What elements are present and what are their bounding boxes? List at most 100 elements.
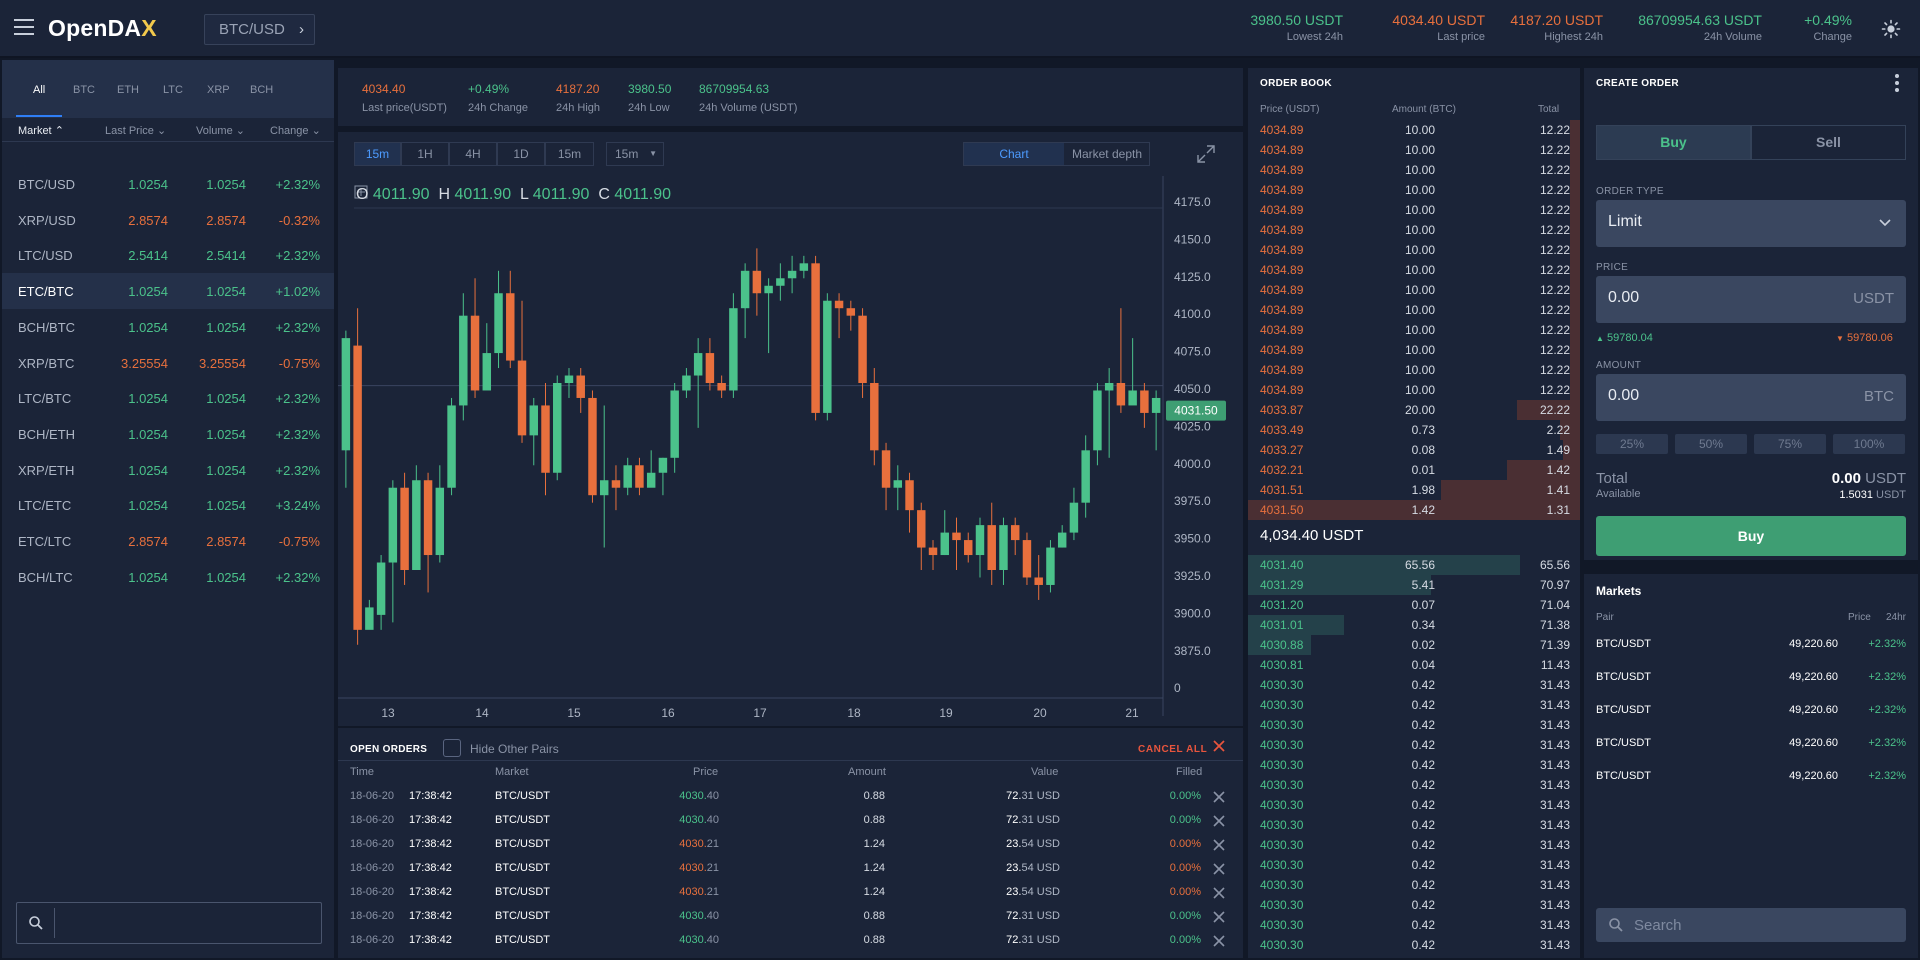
bid-row[interactable]: 4030.88 0.02 71.39: [1248, 635, 1580, 655]
buy-tab[interactable]: Buy: [1596, 125, 1751, 160]
bid-row[interactable]: 4030.30 0.42 31.43: [1248, 775, 1580, 795]
logo[interactable]: OpenDAX: [48, 15, 157, 42]
ask-row[interactable]: 4034.89 10.00 12.22: [1248, 340, 1580, 360]
filter-tab-xrp[interactable]: XRP: [207, 84, 230, 96]
market-row[interactable]: LTC/BTC 1.0254 1.0254 +2.32%: [2, 380, 334, 416]
timeframe-button-2[interactable]: 4H: [449, 142, 497, 166]
markets-row[interactable]: BTC/USDT 49,220.60 +2.32%: [1584, 665, 1918, 698]
sort-change-header[interactable]: Change ⌄: [270, 124, 321, 137]
bid-row[interactable]: 4031.40 65.56 65.56: [1248, 555, 1580, 575]
cancel-order-icon[interactable]: [1213, 911, 1225, 923]
order-type-select[interactable]: Limit: [1596, 200, 1906, 247]
ask-row[interactable]: 4033.49 0.73 2.22: [1248, 420, 1580, 440]
ask-row[interactable]: 4034.89 10.00 12.22: [1248, 300, 1580, 320]
bid-row[interactable]: 4030.30 0.42 31.43: [1248, 695, 1580, 715]
theme-toggle-icon[interactable]: [1881, 19, 1901, 39]
bid-row[interactable]: 4030.30 0.42 31.43: [1248, 875, 1580, 895]
close-icon[interactable]: [1212, 739, 1226, 753]
markets-search-input[interactable]: Search: [1596, 908, 1906, 942]
market-depth-button[interactable]: Market depth: [1064, 143, 1150, 165]
market-row[interactable]: BCH/ETH 1.0254 1.0254 +2.32%: [2, 416, 334, 452]
percent-button-75[interactable]: 75%: [1754, 434, 1826, 454]
price-chart[interactable]: 4175.0 4150.0 4125.0 4100.0 4075.0 4050.0 4025…: [338, 176, 1243, 726]
bid-row[interactable]: 4030.30 0.42 31.43: [1248, 895, 1580, 915]
cancel-order-icon[interactable]: [1213, 935, 1225, 947]
chart-mode-button[interactable]: Chart: [964, 143, 1064, 165]
ask-row[interactable]: 4032.21 0.01 1.42: [1248, 460, 1580, 480]
timeframe-button-0[interactable]: 15m: [354, 142, 401, 166]
timeframe-button-4[interactable]: 15m: [545, 142, 594, 166]
ask-row[interactable]: 4034.89 10.00 12.22: [1248, 140, 1580, 160]
sell-tab[interactable]: Sell: [1751, 125, 1906, 160]
more-options-icon[interactable]: [1895, 74, 1899, 94]
market-row[interactable]: LTC/USD 2.5414 2.5414 +2.32%: [2, 237, 334, 273]
ask-row[interactable]: 4034.89 10.00 12.22: [1248, 220, 1580, 240]
filter-tab-all[interactable]: All: [33, 84, 45, 96]
sort-market-header[interactable]: Market ⌃: [18, 124, 64, 137]
bid-row[interactable]: 4030.30 0.42 31.43: [1248, 755, 1580, 775]
bid-row[interactable]: 4031.29 5.41 70.97: [1248, 575, 1580, 595]
filter-tab-btc[interactable]: BTC: [73, 84, 95, 96]
hide-other-pairs-checkbox[interactable]: [443, 739, 461, 757]
ask-row[interactable]: 4034.89 10.00 12.22: [1248, 160, 1580, 180]
bid-row[interactable]: 4030.81 0.04 11.43: [1248, 655, 1580, 675]
bid-row[interactable]: 4030.30 0.42 31.43: [1248, 795, 1580, 815]
filter-tab-bch[interactable]: BCH: [250, 84, 273, 96]
interval-select[interactable]: 15m ▼: [606, 142, 664, 166]
bid-row[interactable]: 4030.30 0.42 31.43: [1248, 935, 1580, 955]
filter-tab-eth[interactable]: ETH: [117, 84, 139, 96]
timeframe-button-3[interactable]: 1D: [497, 142, 545, 166]
market-row[interactable]: ETC/BTC 1.0254 1.0254 +1.02%: [2, 273, 334, 310]
market-row[interactable]: XRP/BTC 3.25554 3.25554 -0.75%: [2, 345, 334, 381]
ask-row[interactable]: 4034.89 10.00 12.22: [1248, 380, 1580, 400]
ask-row[interactable]: 4031.50 1.42 1.31: [1248, 500, 1580, 520]
percent-button-100[interactable]: 100%: [1833, 434, 1905, 454]
market-row[interactable]: BCH/BTC 1.0254 1.0254 +2.32%: [2, 309, 334, 345]
pair-selector-button[interactable]: BTC/USD ›: [204, 14, 315, 45]
cancel-order-icon[interactable]: [1213, 791, 1225, 803]
expand-icon[interactable]: [1196, 144, 1216, 164]
ask-row[interactable]: 4034.89 10.00 12.22: [1248, 280, 1580, 300]
ask-row[interactable]: 4034.89 10.00 12.22: [1248, 120, 1580, 140]
sort-last-price-header[interactable]: Last Price ⌄: [105, 124, 166, 137]
hamburger-menu-icon[interactable]: [14, 19, 34, 37]
bid-row[interactable]: 4030.30 0.42 31.43: [1248, 675, 1580, 695]
market-row[interactable]: ETC/LTC 2.8574 2.8574 -0.75%: [2, 523, 334, 559]
market-row[interactable]: BCH/LTC 1.0254 1.0254 +2.32%: [2, 559, 334, 595]
bid-row[interactable]: 4031.01 0.34 71.38: [1248, 615, 1580, 635]
ask-row[interactable]: 4034.89 10.00 12.22: [1248, 240, 1580, 260]
percent-button-50[interactable]: 50%: [1675, 434, 1747, 454]
bid-row[interactable]: 4030.30 0.42 31.43: [1248, 735, 1580, 755]
percent-button-25[interactable]: 25%: [1596, 434, 1668, 454]
bid-row[interactable]: 4030.30 0.42 31.43: [1248, 915, 1580, 935]
bid-row[interactable]: 4030.30 0.42 31.43: [1248, 715, 1580, 735]
markets-row[interactable]: BTC/USDT 49,220.60 +2.32%: [1584, 731, 1918, 764]
ask-row[interactable]: 4034.89 10.00 12.22: [1248, 180, 1580, 200]
cancel-order-icon[interactable]: [1213, 887, 1225, 899]
markets-row[interactable]: BTC/USDT 49,220.60 +2.32%: [1584, 764, 1918, 797]
cancel-order-icon[interactable]: [1213, 839, 1225, 851]
filter-tab-ltc[interactable]: LTC: [163, 84, 183, 96]
ask-row[interactable]: 4034.89 10.00 12.22: [1248, 200, 1580, 220]
ask-row[interactable]: 4033.27 0.08 1.49: [1248, 440, 1580, 460]
market-row[interactable]: XRP/USD 2.8574 2.8574 -0.32%: [2, 202, 334, 238]
cancel-all-button[interactable]: CANCEL ALL: [1138, 744, 1207, 755]
market-row[interactable]: XRP/ETH 1.0254 1.0254 +2.32%: [2, 452, 334, 488]
bid-row[interactable]: 4030.30 0.42 31.43: [1248, 855, 1580, 875]
market-search-input[interactable]: [16, 902, 322, 944]
ask-row[interactable]: 4031.51 1.98 1.41: [1248, 480, 1580, 500]
ask-row[interactable]: 4033.87 20.00 22.22: [1248, 400, 1580, 420]
price-input[interactable]: 0.00 USDT: [1596, 276, 1906, 323]
submit-buy-button[interactable]: Buy: [1596, 516, 1906, 556]
markets-row[interactable]: BTC/USDT 49,220.60 +2.32%: [1584, 632, 1918, 665]
timeframe-button-1[interactable]: 1H: [401, 142, 449, 166]
ask-row[interactable]: 4034.89 10.00 12.22: [1248, 360, 1580, 380]
bid-row[interactable]: 4031.20 0.07 71.04: [1248, 595, 1580, 615]
sort-volume-header[interactable]: Volume ⌄: [196, 124, 245, 137]
market-row[interactable]: BTC/USD 1.0254 1.0254 +2.32%: [2, 166, 334, 202]
cancel-order-icon[interactable]: [1213, 815, 1225, 827]
ask-row[interactable]: 4034.89 10.00 12.22: [1248, 260, 1580, 280]
amount-input[interactable]: 0.00 BTC: [1596, 374, 1906, 421]
cancel-order-icon[interactable]: [1213, 863, 1225, 875]
ask-row[interactable]: 4034.89 10.00 12.22: [1248, 320, 1580, 340]
